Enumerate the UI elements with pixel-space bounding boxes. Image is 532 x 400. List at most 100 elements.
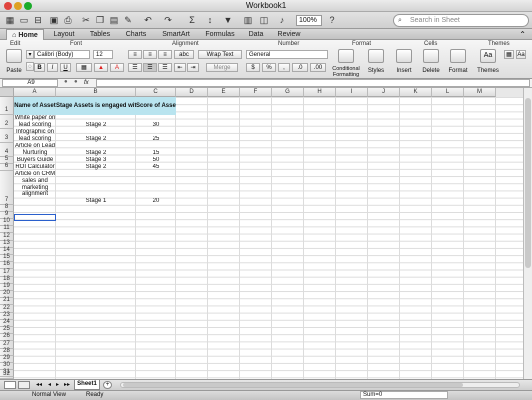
horizontal-scroll-thumb[interactable] — [123, 383, 463, 387]
autosum-icon[interactable]: Σ — [186, 14, 198, 26]
cell-name-row-5[interactable]: Buyers Guide — [14, 157, 56, 164]
row-header-2[interactable]: 2 — [0, 115, 14, 129]
vertical-scroll-thumb[interactable] — [525, 98, 531, 268]
clear-icon[interactable]: ◌ — [26, 62, 34, 71]
paste-big-icon[interactable] — [6, 49, 22, 63]
align-middle-icon[interactable]: ≡ — [143, 50, 157, 59]
filter-icon[interactable]: ▼ — [222, 14, 234, 26]
cell-name-row-2[interactable]: White paper on lead scoring — [14, 115, 56, 129]
row-header-4[interactable]: 4 — [0, 143, 14, 157]
increase-indent-icon[interactable]: ⇥ — [187, 63, 199, 72]
fill-icon[interactable]: ▾ — [26, 50, 34, 59]
tab-data[interactable]: Data — [244, 29, 268, 40]
open-icon[interactable]: ⊟ — [32, 14, 44, 26]
orientation-icon[interactable]: abc — [174, 50, 194, 59]
zoom-field[interactable]: 100% — [296, 15, 322, 26]
row-header-1[interactable]: 1 — [0, 97, 14, 115]
column-header-a[interactable]: A — [14, 88, 56, 97]
header-stage[interactable]: Stage Assets is engaged with — [56, 97, 136, 115]
column-header-l[interactable]: L — [432, 88, 464, 97]
page-layout-view-icon[interactable] — [18, 381, 30, 389]
cell-stage-row-7[interactable]: Stage 1 — [56, 198, 136, 205]
name-box[interactable]: A9 — [2, 79, 58, 87]
column-header-f[interactable]: F — [240, 88, 272, 97]
print-icon[interactable]: ⎙ — [62, 14, 74, 26]
fill-color-icon[interactable]: ▲ — [94, 63, 108, 72]
wrap-text-button[interactable]: Wrap Text — [198, 50, 242, 59]
cell-name-row-6[interactable]: ROI Calculator — [14, 164, 56, 171]
help-icon[interactable]: ? — [326, 14, 338, 26]
cell-score-row-4[interactable]: 15 — [136, 150, 176, 157]
toolbox-icon[interactable]: ◫ — [258, 14, 270, 26]
media-icon[interactable]: ♪ — [276, 14, 288, 26]
align-top-icon[interactable]: ≡ — [128, 50, 142, 59]
gallery-toggle-icon[interactable]: ▥ — [242, 14, 254, 26]
selected-cell-a9[interactable] — [14, 214, 56, 221]
worksheet-grid[interactable]: Name of Asset Stage Assets is engaged wi… — [14, 97, 523, 379]
paste-icon[interactable]: ▤ — [108, 14, 120, 26]
themes-icon[interactable]: Aa — [480, 49, 496, 63]
conditional-formatting-icon[interactable] — [338, 49, 354, 63]
tab-charts[interactable]: Charts — [120, 29, 152, 40]
cell-stage-row-2[interactable]: Stage 2 — [56, 122, 136, 129]
gallery-icon[interactable]: ▦ — [4, 14, 16, 26]
align-right-icon[interactable]: ☰ — [158, 63, 172, 72]
column-header-j[interactable]: J — [368, 88, 400, 97]
theme-colors-icon[interactable]: ▦ — [504, 50, 514, 59]
column-header-m[interactable]: M — [464, 88, 496, 97]
cell-stage-row-5[interactable]: Stage 3 — [56, 157, 136, 164]
percent-icon[interactable]: % — [262, 63, 276, 72]
copy-icon[interactable]: ❐ — [94, 14, 106, 26]
tab-formulas[interactable]: Formulas — [200, 29, 240, 40]
cell-score-row-7[interactable]: 20 — [136, 198, 176, 205]
cell-name-row-7[interactable]: Article on CRM sales and marketing align… — [14, 171, 56, 205]
close-window-icon[interactable] — [4, 2, 12, 10]
search-input[interactable]: ⌕ Search in Sheet — [393, 14, 529, 27]
next-sheet-icon[interactable]: ▸ — [56, 380, 59, 390]
cell-stage-row-6[interactable]: Stage 2 — [56, 164, 136, 171]
insert-cells-icon[interactable] — [396, 49, 412, 63]
tab-tables[interactable]: Tables — [84, 29, 116, 40]
first-sheet-icon[interactable]: ◂◂ — [36, 380, 42, 390]
borders-icon[interactable]: ▦ — [76, 63, 92, 72]
redo-icon[interactable]: ↷ — [162, 14, 174, 26]
font-color-icon[interactable]: A — [110, 63, 124, 72]
horizontal-scrollbar[interactable] — [120, 382, 520, 388]
cell-score-row-5[interactable]: 50 — [136, 157, 176, 164]
font-name-select[interactable]: Calibri (Body) — [34, 50, 90, 59]
column-header-e[interactable]: E — [208, 88, 240, 97]
format-painter-icon[interactable]: ✎ — [122, 14, 134, 26]
column-header-g[interactable]: G — [272, 88, 304, 97]
sort-icon[interactable]: ↕ — [204, 14, 216, 26]
ribbon-collapse-icon[interactable]: ⌃ — [519, 29, 526, 40]
column-header-i[interactable]: I — [336, 88, 368, 97]
undo-icon[interactable]: ↶ — [142, 14, 154, 26]
cancel-formula-icon[interactable]: ● — [64, 79, 68, 85]
sum-readout[interactable]: Sum=0 — [360, 391, 448, 399]
comma-icon[interactable]: , — [278, 63, 290, 72]
column-header-c[interactable]: C — [136, 88, 176, 97]
function-icon[interactable]: fx — [84, 79, 89, 87]
delete-cells-icon[interactable] — [423, 49, 439, 63]
underline-button[interactable]: U — [60, 63, 71, 72]
zoom-window-icon[interactable] — [24, 2, 32, 10]
align-center-icon[interactable]: ☰ — [143, 63, 157, 72]
last-sheet-icon[interactable]: ▸▸ — [64, 380, 70, 390]
sheet-tab-sheet1[interactable]: Sheet1 — [74, 380, 100, 390]
row-header-7[interactable]: 7 — [0, 171, 14, 205]
header-score[interactable]: Score of Asset — [136, 97, 176, 115]
font-size-select[interactable]: 12 — [93, 50, 113, 59]
normal-view-icon[interactable] — [4, 381, 16, 389]
styles-icon[interactable] — [368, 49, 384, 63]
theme-fonts-icon[interactable]: Aa — [516, 50, 526, 59]
currency-icon[interactable]: $ — [246, 63, 260, 72]
tab-review[interactable]: Review — [272, 29, 306, 40]
align-left-icon[interactable]: ☰ — [128, 63, 142, 72]
new-icon[interactable]: ▭ — [18, 14, 30, 26]
format-cells-icon[interactable] — [450, 49, 466, 63]
save-icon[interactable]: ▣ — [48, 14, 60, 26]
header-name-of-asset[interactable]: Name of Asset — [14, 97, 56, 115]
minimize-window-icon[interactable] — [14, 2, 22, 10]
cell-stage-row-3[interactable]: Stage 2 — [56, 136, 136, 143]
tab-layout[interactable]: Layout — [48, 29, 80, 40]
